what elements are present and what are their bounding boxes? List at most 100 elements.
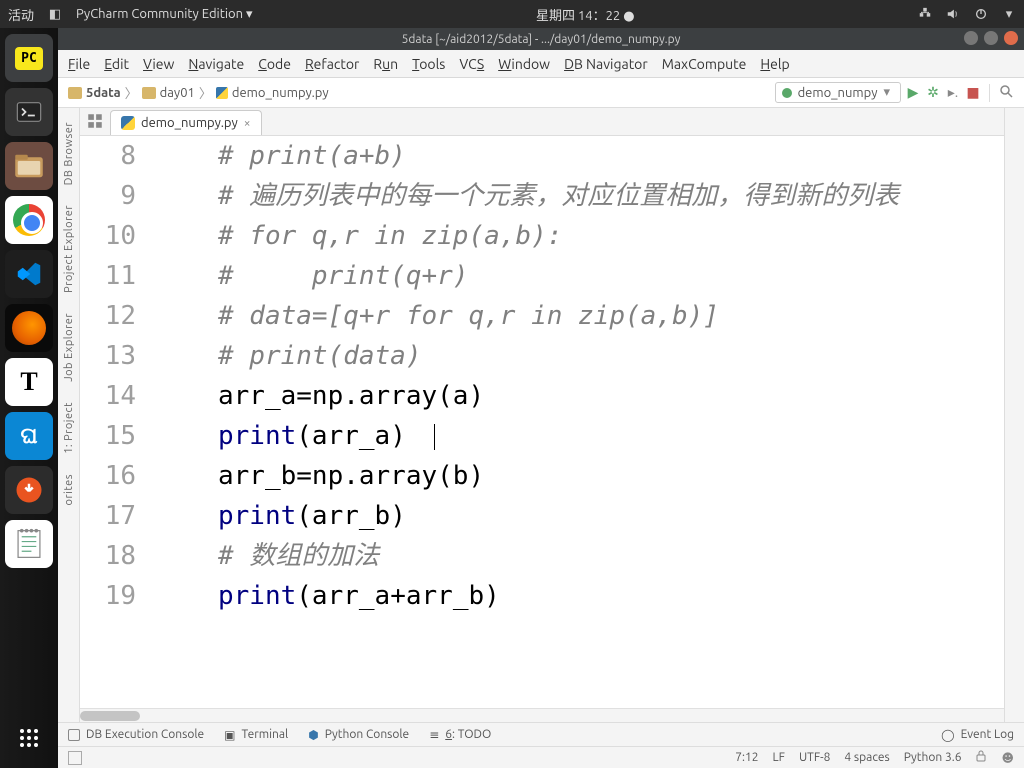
tool-project-explorer[interactable]: Project Explorer bbox=[61, 195, 77, 303]
menu-vcs[interactable]: VCS bbox=[459, 56, 484, 72]
launcher-show-apps[interactable] bbox=[5, 714, 53, 762]
menu-refactor[interactable]: Refactor bbox=[305, 56, 359, 72]
status-caret-position[interactable]: 7:12 bbox=[735, 751, 758, 764]
app-indicator[interactable]: PyCharm Community Edition ▾ bbox=[76, 7, 253, 22]
launcher-chrome[interactable] bbox=[5, 196, 53, 244]
launcher-vscode[interactable] bbox=[5, 250, 53, 298]
menu-view[interactable]: View bbox=[143, 56, 174, 72]
code-line: # print(q+r) bbox=[180, 256, 468, 296]
line-number: 12 bbox=[80, 296, 150, 336]
launcher-software-updater[interactable] bbox=[5, 466, 53, 514]
status-bar: 7:12 LF UTF-8 4 spaces Python 3.6 ☻ bbox=[58, 746, 1024, 768]
status-indent[interactable]: 4 spaces bbox=[844, 751, 889, 764]
menu-run[interactable]: Run bbox=[373, 56, 398, 72]
chevron-right-icon: 〉 bbox=[125, 83, 138, 102]
code-editor[interactable]: 8# print(a+b) 9# 遍历列表中的每一个元素，对应位置相加，得到新的… bbox=[80, 136, 1004, 722]
search-everywhere-button[interactable] bbox=[998, 83, 1014, 102]
python-file-icon bbox=[216, 87, 228, 99]
launcher-text-editor[interactable]: T bbox=[5, 358, 53, 406]
stop-button[interactable]: ■ bbox=[965, 84, 981, 101]
menu-help[interactable]: Help bbox=[760, 56, 789, 72]
close-tab-icon[interactable]: × bbox=[244, 117, 251, 130]
line-number: 17 bbox=[80, 496, 150, 536]
tool-python-console[interactable]: ⬢Python Console bbox=[308, 728, 409, 742]
code-line: # for q,r in zip(a,b): bbox=[180, 216, 562, 256]
editor-tabs: demo_numpy.py × bbox=[80, 108, 1004, 136]
launcher-terminal[interactable] bbox=[5, 88, 53, 136]
tool-job-explorer[interactable]: Job Explorer bbox=[61, 303, 77, 392]
menu-maxcompute[interactable]: MaxCompute bbox=[662, 56, 747, 72]
code-line: # data=[q+r for q,r in zip(a,b)] bbox=[180, 296, 719, 336]
line-number: 15 bbox=[80, 416, 150, 456]
firefox-icon bbox=[12, 311, 46, 345]
launcher-firefox[interactable] bbox=[5, 304, 53, 352]
pycharm-window: 5data [~/aid2012/5data] - .../day01/demo… bbox=[58, 28, 1024, 768]
menu-tools[interactable]: Tools bbox=[412, 56, 445, 72]
menu-file[interactable]: File bbox=[68, 56, 90, 72]
launcher-app-q[interactable]: ଘ bbox=[5, 412, 53, 460]
bottom-tool-bar: DB Execution Console ▣Terminal ⬢Python C… bbox=[58, 722, 1024, 746]
code-line: print(arr_b) bbox=[180, 496, 406, 536]
debug-button[interactable]: ✲ bbox=[925, 84, 941, 101]
network-icon[interactable] bbox=[918, 7, 932, 21]
code-line: # 数组的加法 bbox=[180, 536, 379, 576]
database-icon bbox=[68, 729, 80, 741]
menu-navigate[interactable]: Navigate bbox=[188, 56, 244, 72]
status-interpreter[interactable]: Python 3.6 bbox=[904, 751, 962, 764]
window-minimize[interactable] bbox=[964, 31, 978, 45]
run-button[interactable]: ▶ bbox=[905, 84, 921, 101]
launcher-pycharm[interactable]: PC bbox=[5, 34, 53, 82]
status-lock-icon[interactable] bbox=[975, 750, 987, 765]
project-icon[interactable] bbox=[86, 112, 104, 130]
left-tool-strip: DB Browser Project Explorer Job Explorer… bbox=[58, 108, 80, 722]
chevron-down-icon[interactable]: ▾ bbox=[1002, 7, 1016, 21]
launcher-notes[interactable] bbox=[5, 520, 53, 568]
code-line: print(arr_a) bbox=[180, 416, 435, 456]
folder-icon bbox=[142, 87, 156, 99]
chrome-icon bbox=[13, 204, 45, 236]
breadcrumb-root[interactable]: 5data bbox=[68, 86, 121, 100]
menu-bar: File Edit View Navigate Code Refactor Ru… bbox=[58, 50, 1024, 78]
event-log-icon: ◯ bbox=[941, 728, 954, 742]
menu-edit[interactable]: Edit bbox=[104, 56, 129, 72]
editor-tab-demo-numpy[interactable]: demo_numpy.py × bbox=[110, 110, 262, 135]
menu-code[interactable]: Code bbox=[258, 56, 291, 72]
launcher-files[interactable] bbox=[5, 142, 53, 190]
breadcrumb-folder[interactable]: day01 bbox=[142, 86, 195, 100]
python-icon: ⬢ bbox=[308, 728, 318, 742]
run-config-selector[interactable]: demo_numpy ▾ bbox=[775, 82, 901, 103]
power-icon[interactable] bbox=[974, 7, 988, 21]
editor-zone: demo_numpy.py × 8# print(a+b) 9# 遍历列表中的每… bbox=[80, 108, 1004, 722]
line-number: 8 bbox=[80, 136, 150, 176]
status-encoding[interactable]: UTF-8 bbox=[799, 751, 830, 764]
tool-db-console[interactable]: DB Execution Console bbox=[68, 728, 204, 741]
horizontal-scrollbar[interactable] bbox=[80, 708, 1004, 722]
right-tool-strip bbox=[1004, 108, 1024, 722]
activities-button[interactable]: 活动 bbox=[8, 5, 34, 24]
run-config-icon bbox=[782, 88, 792, 98]
tool-event-log[interactable]: ◯Event Log bbox=[941, 728, 1014, 742]
window-maximize[interactable] bbox=[984, 31, 998, 45]
status-inspections-icon[interactable]: ☻ bbox=[1001, 751, 1014, 765]
breadcrumb-file[interactable]: demo_numpy.py bbox=[216, 86, 329, 100]
tool-db-browser[interactable]: DB Browser bbox=[61, 112, 77, 195]
menu-db-navigator[interactable]: DB Navigator bbox=[564, 56, 648, 72]
system-clock[interactable]: 星期四 14：22 ● bbox=[536, 9, 635, 23]
code-line: # print(a+b) bbox=[180, 136, 406, 176]
window-titlebar: 5data [~/aid2012/5data] - .../day01/demo… bbox=[58, 28, 1024, 50]
menu-window[interactable]: Window bbox=[498, 56, 550, 72]
window-close[interactable] bbox=[1004, 31, 1018, 45]
volume-icon[interactable] bbox=[946, 7, 960, 21]
run-coverage-button[interactable]: ▸. bbox=[945, 84, 961, 101]
status-tool-window-toggle[interactable] bbox=[68, 751, 82, 765]
tool-project[interactable]: 1: Project bbox=[61, 392, 77, 464]
code-line: # print(data) bbox=[180, 336, 422, 376]
line-number: 18 bbox=[80, 536, 150, 576]
line-number: 19 bbox=[80, 576, 150, 616]
navigation-bar: 5data 〉 day01 〉 demo_numpy.py demo_numpy… bbox=[58, 78, 1024, 108]
chevron-down-icon: ▾ bbox=[883, 85, 890, 100]
status-line-separator[interactable]: LF bbox=[773, 751, 785, 764]
tool-favorites[interactable]: orites bbox=[61, 464, 77, 515]
tool-terminal[interactable]: ▣Terminal bbox=[224, 728, 288, 742]
tool-todo[interactable]: ≡6: TODO bbox=[429, 728, 491, 742]
